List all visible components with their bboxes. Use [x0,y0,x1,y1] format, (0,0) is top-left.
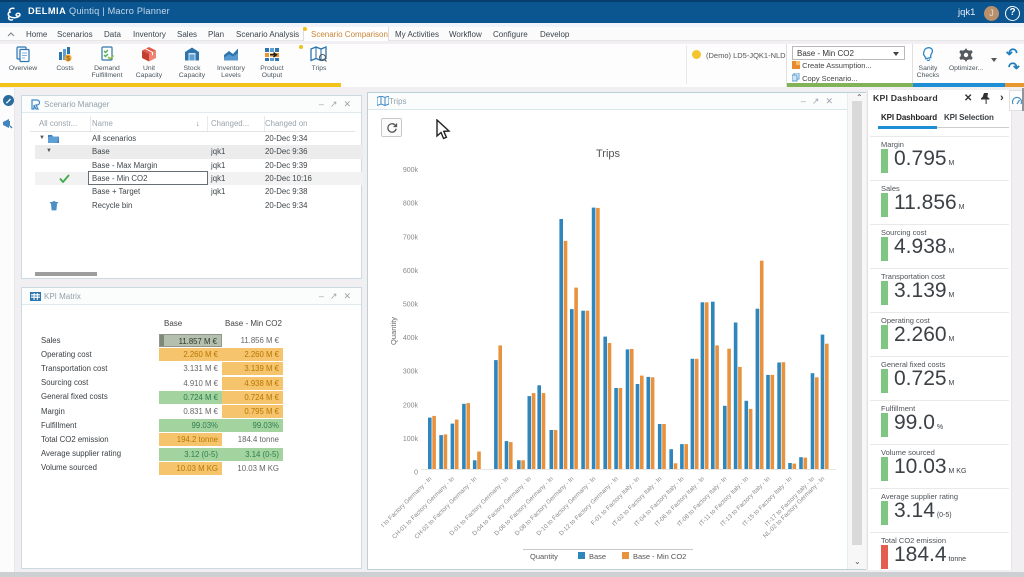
svg-text:100k: 100k [403,436,419,443]
svg-text:400k: 400k [403,335,419,342]
svg-text:300k: 300k [403,369,419,376]
svg-text:800k: 800k [403,201,419,208]
svg-text:Trips: Trips [596,148,621,160]
svg-text:700k: 700k [403,234,419,241]
svg-text:600k: 600k [403,268,419,275]
svg-text:Quantity: Quantity [389,317,398,345]
svg-text:$: $ [66,55,70,62]
svg-text:Quantity: Quantity [530,552,558,561]
svg-text:Base - Min CO2: Base - Min CO2 [633,552,686,561]
svg-text:NL-02 to Factory Germany - In: NL-02 to Factory Germany - In [762,475,827,540]
svg-text:200k: 200k [403,402,419,409]
svg-text:500k: 500k [403,302,419,309]
svg-text:Base: Base [589,552,606,561]
svg-text:900k: 900k [403,167,419,174]
svg-text:0: 0 [414,470,418,477]
